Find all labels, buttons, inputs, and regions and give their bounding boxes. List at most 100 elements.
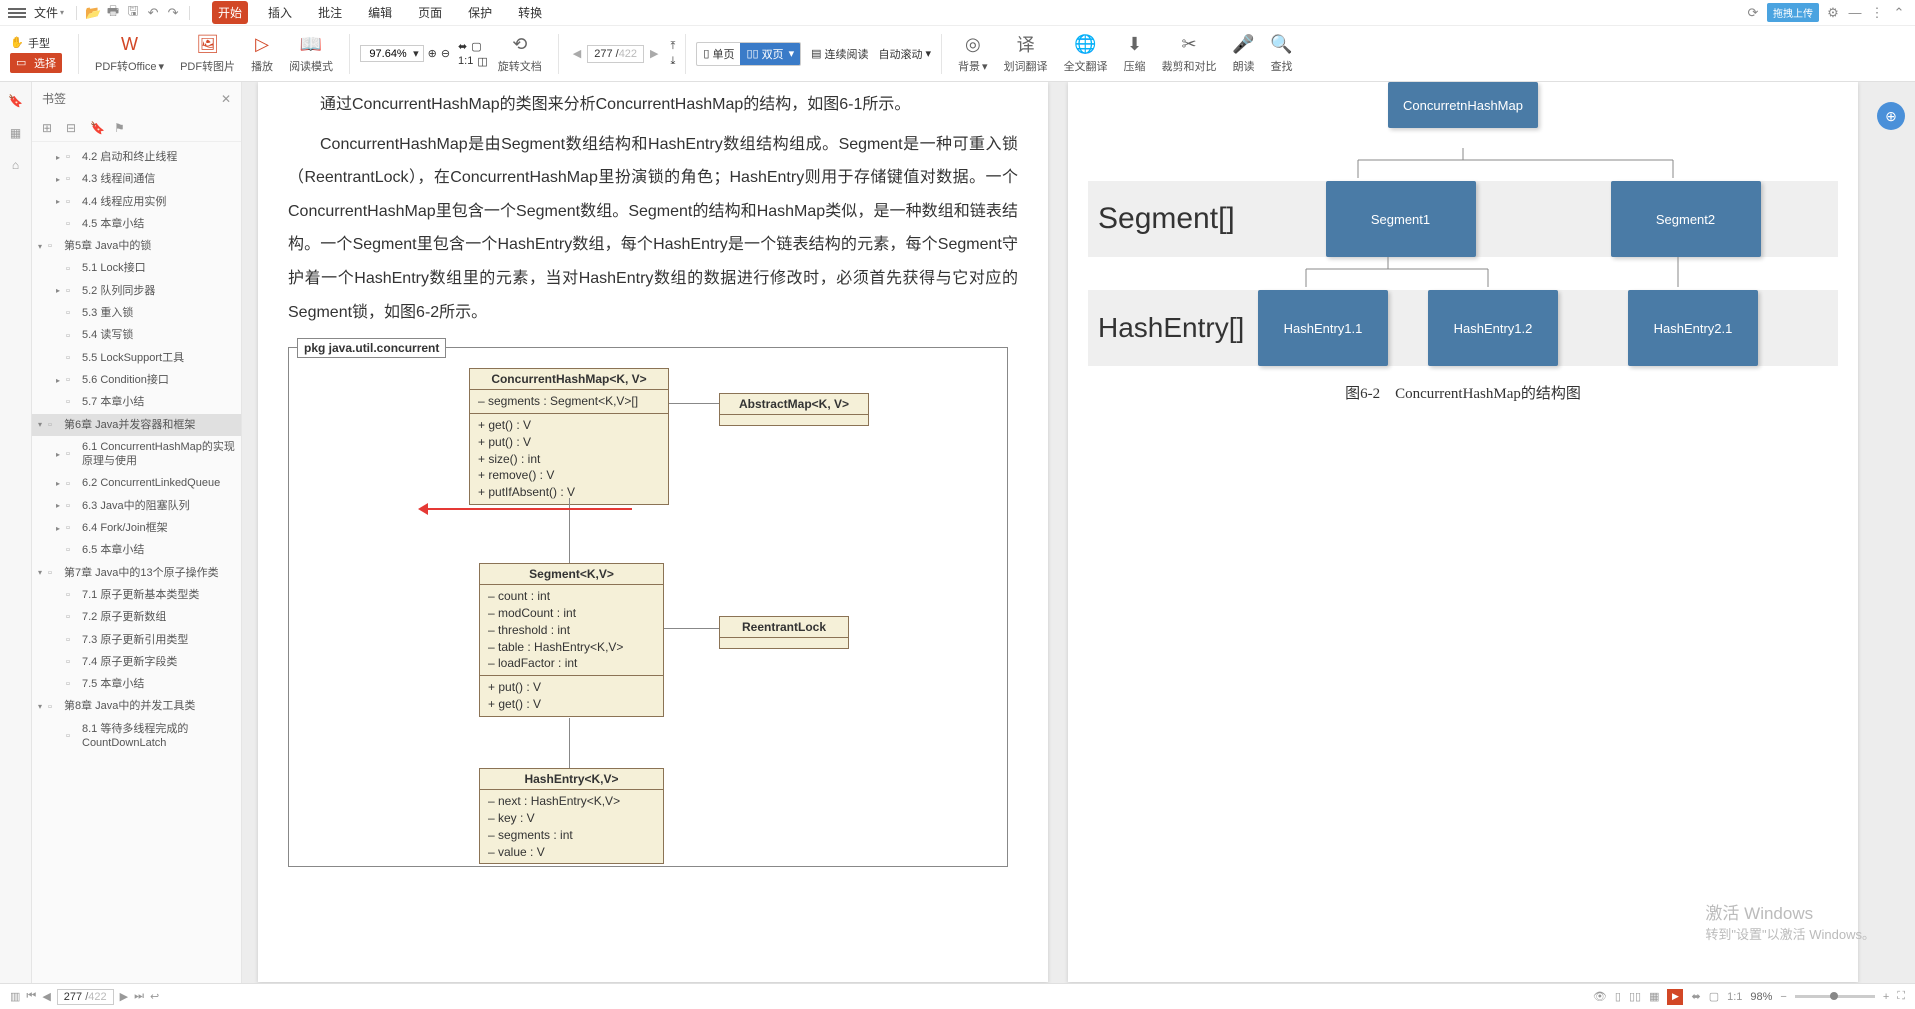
zoom-value[interactable] xyxy=(365,48,411,60)
bookmark-item[interactable]: ▫5.4 读写锁 xyxy=(32,324,241,346)
bookmark-item[interactable]: ▸▫4.2 启动和终止线程 xyxy=(32,146,241,168)
bookmark-item[interactable]: ▫7.3 原子更新引用类型 xyxy=(32,629,241,651)
tab-edit[interactable]: 编辑 xyxy=(362,1,398,24)
bm-add-icon[interactable]: 🔖 xyxy=(90,121,104,135)
tree-arrow-icon[interactable]: ▾ xyxy=(38,420,48,429)
sb-fullscreen-icon[interactable]: ⛶ xyxy=(1897,990,1905,1003)
drag-upload-chip[interactable]: 拖拽上传 xyxy=(1767,3,1819,22)
open-icon[interactable]: 📂 xyxy=(85,5,101,21)
sb-zoom-in-icon[interactable]: + xyxy=(1883,991,1889,1003)
tree-arrow-icon[interactable]: ▸ xyxy=(56,286,66,295)
zoom-input[interactable]: ▾ xyxy=(360,45,424,62)
sb-last-icon[interactable]: ⏭ xyxy=(134,990,144,1003)
tree-arrow-icon[interactable]: ▸ xyxy=(56,501,66,510)
tree-arrow-icon[interactable]: ▾ xyxy=(38,702,48,711)
bookmark-item[interactable]: ▾▫第7章 Java中的13个原子操作类 xyxy=(32,562,241,584)
select-tool-button[interactable]: ▭选择 xyxy=(10,53,62,73)
sb-page-indicator[interactable]: 277 /422 xyxy=(57,989,114,1005)
undo-icon[interactable]: ↶ xyxy=(145,5,161,21)
actual-size-icon[interactable]: 1:1 xyxy=(458,55,473,68)
bookmark-item[interactable]: ▸▫4.4 线程应用实例 xyxy=(32,191,241,213)
bookmark-item[interactable]: ▫5.7 本章小结 xyxy=(32,391,241,413)
read-aloud-button[interactable]: 🎤朗读 xyxy=(1227,31,1261,76)
bookmark-item[interactable]: ▸▫6.1 ConcurrentHashMap的实现原理与使用 xyxy=(32,436,241,473)
sb-fit2-icon[interactable]: ▢ xyxy=(1709,990,1719,1003)
rail-bookmark-icon[interactable]: 🔖 xyxy=(7,92,25,110)
sb-view1-icon[interactable]: ▯ xyxy=(1615,990,1621,1003)
tree-arrow-icon[interactable]: ▾ xyxy=(38,242,48,251)
tab-page[interactable]: 页面 xyxy=(412,1,448,24)
hand-tool-button[interactable]: ✋手型 xyxy=(10,35,50,51)
fit-page-icon[interactable]: ▢ xyxy=(471,40,481,53)
settings-icon[interactable]: ⚙ xyxy=(1825,5,1841,21)
double-page-button[interactable]: ▯▯ 双页▾ xyxy=(740,43,800,65)
pdf-to-office-button[interactable]: WPDF转Office▾ xyxy=(89,31,170,76)
next-page-button[interactable]: ▶ xyxy=(646,45,662,62)
compress-button[interactable]: ⬇压缩 xyxy=(1118,31,1152,76)
auto-scroll-button[interactable]: 自动滚动▾ xyxy=(879,46,932,62)
bookmark-item[interactable]: ▾▫第5章 Java中的锁 xyxy=(32,235,241,257)
sb-view3-icon[interactable]: ▦ xyxy=(1649,990,1659,1003)
minimize-icon[interactable]: — xyxy=(1847,5,1863,21)
hamburger-icon[interactable] xyxy=(8,6,26,20)
bookmark-item[interactable]: ▸▫5.2 队列同步器 xyxy=(32,280,241,302)
tree-arrow-icon[interactable]: ▸ xyxy=(56,153,66,162)
bookmark-item[interactable]: ▸▫6.3 Java中的阻塞队列 xyxy=(32,495,241,517)
tree-arrow-icon[interactable]: ▾ xyxy=(38,568,48,577)
print-icon[interactable]: 🖶 xyxy=(105,5,121,21)
tab-protect[interactable]: 保护 xyxy=(462,1,498,24)
bm-collapse-icon[interactable]: ⊟ xyxy=(66,121,80,135)
bookmark-item[interactable]: ▸▫6.4 Fork/Join框架 xyxy=(32,517,241,539)
single-page-button[interactable]: ▯ 单页 xyxy=(697,43,740,65)
save-icon[interactable]: 🖫 xyxy=(125,5,141,21)
redo-icon[interactable]: ↷ xyxy=(165,5,181,21)
sb-panel-icon[interactable]: ▥ xyxy=(10,990,20,1003)
sb-fit1-icon[interactable]: ⬌ xyxy=(1691,990,1700,1003)
tree-arrow-icon[interactable]: ▸ xyxy=(56,450,66,459)
bookmark-item[interactable]: ▫7.4 原子更新字段类 xyxy=(32,651,241,673)
bm-options-icon[interactable]: ⚑ xyxy=(114,121,128,135)
bookmark-item[interactable]: ▫7.5 本章小结 xyxy=(32,673,241,695)
tree-arrow-icon[interactable]: ▸ xyxy=(56,376,66,385)
page-indicator[interactable]: 277 /422 xyxy=(587,45,644,63)
sb-view2-icon[interactable]: ▯▯ xyxy=(1629,990,1641,1003)
full-translate-button[interactable]: 🌐全文翻译 xyxy=(1058,31,1114,76)
page-viewport[interactable]: ⊕ 通过ConcurrentHashMap的类图来分析ConcurrentHas… xyxy=(242,82,1915,983)
bookmarks-close-icon[interactable]: ✕ xyxy=(221,92,231,106)
sync-icon[interactable]: ⟳ xyxy=(1745,5,1761,21)
sb-first-icon[interactable]: ⏮ xyxy=(26,990,36,1003)
bm-expand-icon[interactable]: ⊞ xyxy=(42,121,56,135)
file-menu[interactable]: 文件▾ xyxy=(30,2,68,23)
bookmark-item[interactable]: ▫4.5 本章小结 xyxy=(32,213,241,235)
bookmark-item[interactable]: ▫5.5 LockSupport工具 xyxy=(32,347,241,369)
sb-zoom-slider[interactable] xyxy=(1795,995,1875,998)
read-mode-button[interactable]: 📖阅读模式 xyxy=(283,31,339,76)
tab-convert[interactable]: 转换 xyxy=(512,1,548,24)
play-button[interactable]: ▷播放 xyxy=(245,31,279,76)
bookmark-item[interactable]: ▾▫第8章 Java中的并发工具类 xyxy=(32,695,241,717)
tree-arrow-icon[interactable]: ▸ xyxy=(56,175,66,184)
bookmark-item[interactable]: ▫5.1 Lock接口 xyxy=(32,257,241,279)
first-page-icon[interactable]: ⤒ xyxy=(671,40,676,53)
bookmark-item[interactable]: ▸▫5.6 Condition接口 xyxy=(32,369,241,391)
bookmark-item[interactable]: ▫7.2 原子更新数组 xyxy=(32,606,241,628)
word-translate-button[interactable]: 译划词翻译 xyxy=(998,31,1054,76)
float-assist-button[interactable]: ⊕ xyxy=(1877,102,1905,130)
tree-arrow-icon[interactable]: ▸ xyxy=(56,524,66,533)
crop-compare-button[interactable]: ✂裁剪和对比 xyxy=(1156,31,1223,76)
zoom-out-icon[interactable]: ⊖ xyxy=(441,47,450,60)
last-page-icon[interactable]: ⤓ xyxy=(671,55,676,68)
background-button[interactable]: ◎背景▾ xyxy=(952,31,994,76)
bookmarks-tree[interactable]: ▸▫4.2 启动和终止线程▸▫4.3 线程间通信▸▫4.4 线程应用实例▫4.5… xyxy=(32,142,241,983)
sb-play-icon[interactable]: ▶ xyxy=(1667,989,1683,1005)
sb-prev-icon[interactable]: ◀ xyxy=(42,990,50,1003)
tab-start[interactable]: 开始 xyxy=(212,1,248,24)
tree-arrow-icon[interactable]: ▸ xyxy=(56,479,66,488)
more-icon[interactable]: ⋮ xyxy=(1869,5,1885,21)
fit-visible-icon[interactable]: ◫ xyxy=(477,55,487,68)
sb-next-icon[interactable]: ▶ xyxy=(120,990,128,1003)
bookmark-item[interactable]: ▫8.1 等待多线程完成的CountDownLatch xyxy=(32,718,241,755)
bookmark-item[interactable]: ▾▫第6章 Java并发容器和框架 xyxy=(32,414,241,436)
rotate-button[interactable]: ⟲旋转文档 xyxy=(492,31,548,76)
sb-eye-icon[interactable]: 👁 xyxy=(1593,990,1607,1003)
